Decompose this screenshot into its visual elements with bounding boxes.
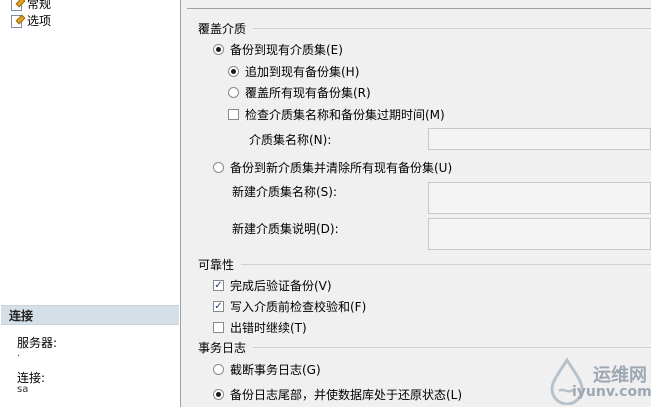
- group-divider: [253, 347, 651, 348]
- media-name-input[interactable]: [428, 128, 651, 150]
- reliability-title: 可靠性: [198, 258, 235, 272]
- backup-new-radio[interactable]: 备份到新介质集并清除所有现有备份集(U): [213, 159, 452, 176]
- radio-label: 备份到现有介质集(E): [230, 43, 343, 57]
- group-divider: [253, 28, 651, 29]
- page-icon: [10, 14, 26, 28]
- nav-item-options[interactable]: 选项: [10, 12, 51, 28]
- overwrite-media-title: 覆盖介质: [198, 22, 247, 36]
- radio-label: 覆盖所有现有备份集(R): [245, 86, 371, 100]
- overwrite-radio[interactable]: 覆盖所有现有备份集(R): [228, 84, 371, 101]
- checkbox-icon: [228, 109, 239, 120]
- radio-icon: [213, 389, 224, 400]
- radio-label: 备份日志尾部，并使数据库处于还原状态(L): [230, 388, 463, 402]
- radio-label: 备份到新介质集并清除所有现有备份集(U): [230, 161, 453, 175]
- watermark: 运维网 iyunv.com: [545, 357, 651, 407]
- radio-label: 追加到现有备份集(H): [245, 65, 360, 79]
- nav-item-label: 常规: [27, 0, 52, 11]
- new-media-desc-label: 新建介质集说明(D):: [232, 222, 339, 236]
- radio-icon: [213, 162, 224, 173]
- radio-icon: [228, 87, 239, 98]
- checkbox-label: 检查介质集名称和备份集过期时间(M): [245, 108, 445, 122]
- radio-icon: [213, 364, 224, 375]
- check-expiry-checkbox[interactable]: 检查介质集名称和备份集过期时间(M): [228, 106, 445, 123]
- connection-header: 连接: [1, 305, 179, 325]
- checkbox-icon: ✓: [213, 300, 224, 312]
- verify-checkbox[interactable]: ✓ 完成后验证备份(V): [213, 277, 332, 294]
- radio-icon: [228, 66, 239, 77]
- new-media-desc-input[interactable]: [428, 218, 651, 250]
- backup-existing-radio[interactable]: 备份到现有介质集(E): [213, 41, 343, 58]
- new-media-name-label: 新建介质集名称(S):: [232, 185, 338, 199]
- truncate-log-radio[interactable]: 截断事务日志(G): [213, 361, 321, 378]
- transaction-log-title: 事务日志: [198, 341, 247, 355]
- checkbox-icon: ✓: [213, 279, 224, 291]
- checkbox-label: 完成后验证备份(V): [230, 279, 332, 293]
- nav-item-label: 选项: [27, 13, 52, 28]
- server-value: .: [17, 348, 21, 359]
- media-name-label: 介质集名称(N):: [249, 133, 332, 147]
- left-pane: 常规 选项 连接 服务器: . 连接: sa: [0, 0, 181, 407]
- checkbox-label: 写入介质前检查校验和(F): [230, 300, 367, 314]
- checksum-checkbox[interactable]: ✓ 写入介质前检查校验和(F): [213, 298, 366, 315]
- radio-label: 截断事务日志(G): [230, 363, 321, 377]
- backup-tail-radio[interactable]: 备份日志尾部，并使数据库处于还原状态(L): [213, 386, 462, 403]
- top-border: [187, 8, 651, 9]
- append-radio[interactable]: 追加到现有备份集(H): [228, 63, 359, 80]
- continue-on-error-checkbox[interactable]: 出错时继续(T): [213, 319, 307, 336]
- checkbox-label: 出错时继续(T): [230, 321, 307, 335]
- options-pane: 覆盖介质 备份到现有介质集(E) 追加到现有备份集(H) 覆盖所有现有备份集(R…: [187, 0, 651, 407]
- connection-value: sa: [17, 384, 29, 395]
- new-media-name-input[interactable]: [428, 182, 651, 214]
- server-label: 服务器:: [17, 336, 58, 350]
- checkbox-icon: [213, 322, 224, 333]
- radio-icon: [213, 44, 224, 55]
- watermark-url: iyunv.com: [572, 384, 651, 400]
- page-icon: [10, 0, 26, 11]
- nav-item-general[interactable]: 常规: [10, 0, 51, 11]
- group-divider: [241, 264, 651, 265]
